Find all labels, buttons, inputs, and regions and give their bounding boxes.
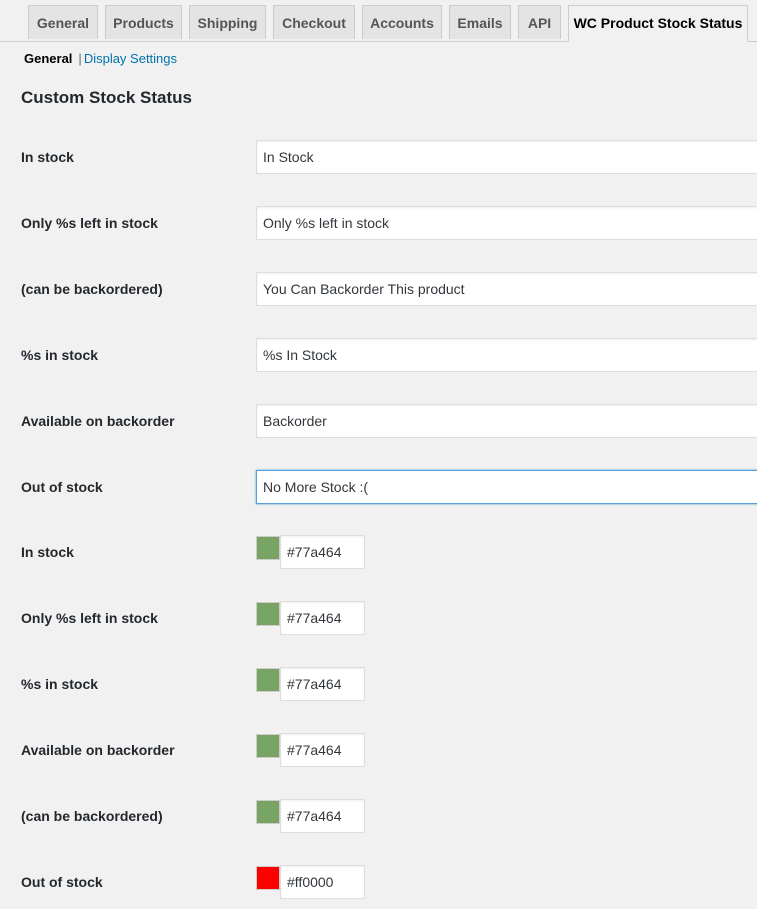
tab-wc-product-stock-status[interactable]: WC Product Stock Status [568, 5, 748, 42]
color-field-row: %s in stock [0, 667, 757, 701]
text-field-row: Available on backorder [0, 404, 757, 438]
field-label: In stock [21, 149, 74, 165]
field-label: Only %s left in stock [21, 610, 158, 626]
color-field-row: In stock [0, 535, 757, 569]
color-field-row: Only %s left in stock [0, 601, 757, 635]
color-swatch[interactable] [256, 536, 280, 560]
field-label: %s in stock [21, 347, 99, 363]
tab-accounts[interactable]: Accounts [362, 5, 442, 39]
color-field-row: Available on backorder [0, 733, 757, 767]
count-in-stock-text-input[interactable] [256, 338, 757, 372]
tab-emails[interactable]: Emails [449, 5, 511, 39]
in-stock-text-input[interactable] [256, 140, 757, 174]
tab-shipping[interactable]: Shipping [189, 5, 266, 39]
out-of-stock-color-input[interactable] [280, 865, 365, 899]
color-swatch[interactable] [256, 866, 280, 890]
color-swatch[interactable] [256, 668, 280, 692]
settings-page: General Products Shipping Checkout Accou… [0, 0, 757, 909]
section-title: Custom Stock Status [21, 88, 192, 107]
tab-api[interactable]: API [518, 5, 561, 39]
color-swatch[interactable] [256, 734, 280, 758]
available-on-backorder-color-input[interactable] [280, 733, 365, 767]
color-swatch[interactable] [256, 602, 280, 626]
field-label: Only %s left in stock [21, 215, 158, 231]
color-field-row: (can be backordered) [0, 799, 757, 833]
text-field-row: Out of stock [0, 470, 757, 504]
out-of-stock-text-input[interactable] [256, 470, 757, 504]
field-label: (can be backordered) [21, 808, 163, 824]
only-left-in-stock-text-input[interactable] [256, 206, 757, 240]
color-swatch[interactable] [256, 800, 280, 824]
only-left-in-stock-color-input[interactable] [280, 601, 365, 635]
text-field-row: (can be backordered) [0, 272, 757, 306]
tab-products[interactable]: Products [105, 5, 182, 39]
color-field-row: Out of stock [0, 865, 757, 899]
tab-checkout[interactable]: Checkout [273, 5, 355, 39]
in-stock-color-input[interactable] [280, 535, 365, 569]
field-label: Available on backorder [21, 742, 175, 758]
field-label: Out of stock [21, 479, 103, 495]
field-label: Out of stock [21, 874, 103, 890]
settings-tab-bar: General Products Shipping Checkout Accou… [0, 0, 757, 42]
tab-general[interactable]: General [28, 5, 98, 39]
available-on-backorder-text-input[interactable] [256, 404, 757, 438]
subsection-display-settings-link[interactable]: Display Settings [84, 51, 177, 66]
text-field-row: %s in stock [0, 338, 757, 372]
text-field-row: Only %s left in stock [0, 206, 757, 240]
subsection-separator: | [78, 51, 82, 66]
count-in-stock-color-input[interactable] [280, 667, 365, 701]
can-be-backordered-text-input[interactable] [256, 272, 757, 306]
subsection-nav: General | Display Settings [24, 50, 177, 68]
text-field-row: In stock [0, 140, 757, 174]
field-label: In stock [21, 544, 74, 560]
field-label: Available on backorder [21, 413, 175, 429]
field-label: (can be backordered) [21, 281, 163, 297]
subsection-general-current: General [24, 51, 73, 66]
field-label: %s in stock [21, 676, 99, 692]
can-be-backordered-color-input[interactable] [280, 799, 365, 833]
